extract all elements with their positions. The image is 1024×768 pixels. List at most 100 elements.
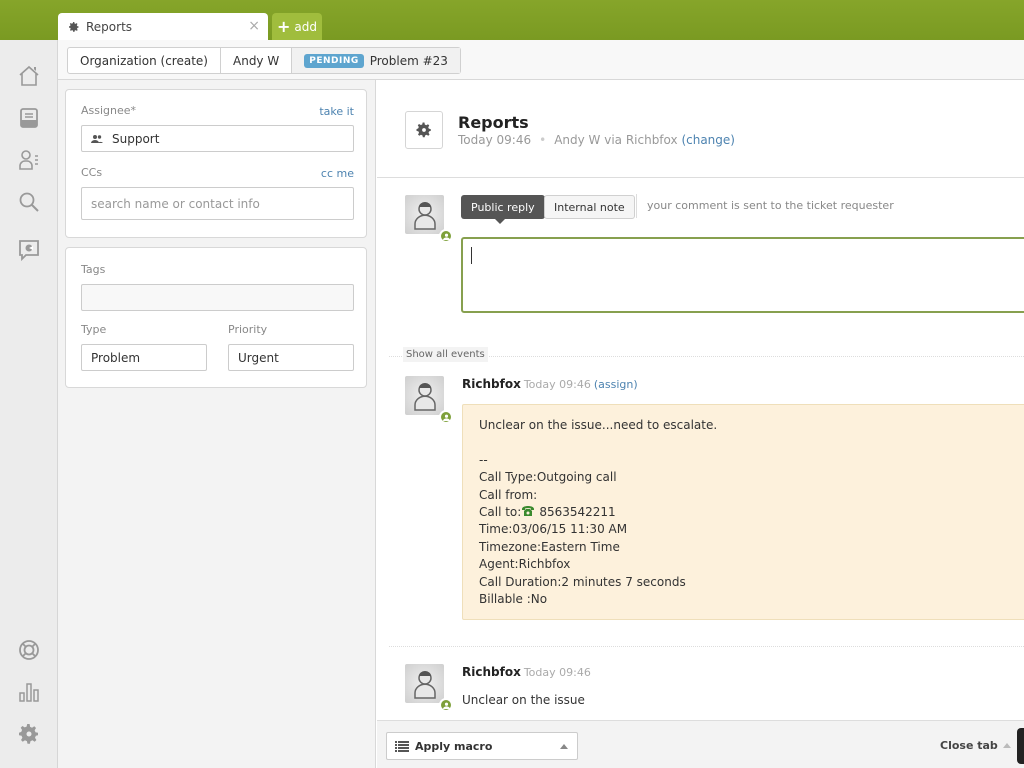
tab-reports[interactable]: Reports × bbox=[58, 13, 268, 40]
top-bar: Reports × + add bbox=[0, 0, 1024, 40]
note-line: Call Type:Outgoing call bbox=[479, 470, 617, 485]
ticket-subheader: Organization (create) Andy W PENDING Pro… bbox=[58, 40, 1024, 80]
plus-icon: + bbox=[277, 16, 291, 36]
composer-separator bbox=[636, 194, 637, 218]
change-link[interactable]: (change) bbox=[681, 133, 735, 147]
users-list-icon bbox=[19, 150, 38, 170]
ccs-label: CCs bbox=[81, 166, 103, 179]
ticket-time: Today 09:46 bbox=[458, 133, 532, 147]
comment-time: Today 09:46 bbox=[523, 666, 591, 679]
phone-icon[interactable] bbox=[521, 505, 535, 517]
comment-textarea[interactable] bbox=[461, 237, 1024, 313]
breadcrumb-organization[interactable]: Organization (create) bbox=[68, 48, 221, 73]
chat-icon bbox=[19, 240, 39, 262]
chevron-up-icon bbox=[1002, 743, 1011, 748]
tags-input[interactable] bbox=[81, 284, 354, 311]
close-tab-label: Close tab bbox=[940, 739, 998, 752]
nav-chat[interactable] bbox=[15, 236, 43, 264]
gear-icon bbox=[19, 724, 38, 744]
ticket-icon bbox=[405, 111, 443, 149]
list-icon bbox=[395, 740, 409, 752]
take-it-link[interactable]: take it bbox=[319, 105, 354, 118]
agent-badge-icon bbox=[439, 698, 453, 712]
text-caret bbox=[471, 247, 472, 264]
priority-select[interactable]: Urgent bbox=[228, 344, 354, 371]
user-silhouette-icon bbox=[413, 382, 436, 411]
add-tab-label: add bbox=[294, 19, 317, 34]
left-nav bbox=[0, 40, 58, 768]
nav-customers[interactable] bbox=[15, 146, 43, 174]
breadcrumb: Organization (create) Andy W PENDING Pro… bbox=[67, 47, 461, 74]
comment-time: Today 09:46 bbox=[523, 378, 591, 391]
note-line bbox=[479, 434, 1024, 451]
chevron-up-icon bbox=[560, 744, 568, 749]
avatar bbox=[405, 195, 453, 243]
assignee-field[interactable]: Support bbox=[81, 125, 354, 152]
status-badge: PENDING bbox=[304, 53, 364, 68]
reply-hint: your comment is sent to the ticket reque… bbox=[647, 199, 894, 212]
submit-button[interactable] bbox=[1017, 728, 1024, 764]
note-line-call-to: Call to: 8563542211 bbox=[479, 504, 1024, 521]
ticket-meta: Today 09:46 • Andy W via Richbfox (change) bbox=[458, 133, 735, 147]
breadcrumb-ticket[interactable]: PENDING Problem #23 bbox=[292, 48, 460, 73]
nav-admin[interactable] bbox=[15, 720, 43, 748]
header-divider bbox=[377, 177, 1024, 178]
group-icon bbox=[91, 134, 103, 143]
breadcrumb-label: Andy W bbox=[233, 53, 280, 68]
ticket-title: Reports bbox=[458, 113, 529, 132]
avatar bbox=[405, 664, 453, 712]
breadcrumb-requester[interactable]: Andy W bbox=[221, 48, 293, 73]
close-tab-button[interactable]: Close tab bbox=[940, 739, 1011, 752]
breadcrumb-label: Problem #23 bbox=[369, 53, 448, 68]
apply-macro-button[interactable]: Apply macro bbox=[386, 732, 578, 760]
gear-icon bbox=[416, 122, 431, 138]
ticket-main: Reports Today 09:46 • Andy W via Richbfox … bbox=[377, 80, 1024, 720]
nav-views[interactable] bbox=[15, 104, 43, 132]
call-to-label: Call to: bbox=[479, 504, 522, 519]
note-line: Unclear on the issue...need to escalate. bbox=[479, 418, 718, 432]
author-name: Richbfox bbox=[462, 665, 521, 679]
internal-note-body: Unclear on the issue...need to escalate.… bbox=[462, 404, 1024, 620]
gear-icon bbox=[69, 21, 79, 32]
public-reply-button[interactable]: Public reply bbox=[461, 195, 545, 224]
agent-badge-icon bbox=[439, 229, 453, 243]
note-line: Call from: bbox=[479, 487, 538, 502]
type-label: Type bbox=[81, 323, 107, 336]
note-line: Timezone:Eastern Time bbox=[479, 539, 620, 554]
add-tab-button[interactable]: + add bbox=[272, 13, 322, 40]
breadcrumb-label: Organization (create) bbox=[80, 53, 208, 68]
comment-body: Unclear on the issue bbox=[462, 693, 585, 707]
nav-search[interactable] bbox=[15, 188, 43, 216]
cc-me-link[interactable]: cc me bbox=[321, 167, 354, 180]
note-line: Agent:Richbfox bbox=[479, 557, 571, 572]
priority-label: Priority bbox=[228, 323, 268, 336]
fields-card: Tags Type Problem Priority Urgent bbox=[65, 247, 367, 388]
close-tab-icon[interactable]: × bbox=[248, 18, 260, 34]
note-line: -- bbox=[479, 452, 488, 467]
bar-chart-icon bbox=[19, 683, 39, 702]
nav-reporting[interactable] bbox=[15, 678, 43, 706]
type-select[interactable]: Problem bbox=[81, 344, 207, 371]
agent-badge-icon bbox=[439, 410, 453, 424]
show-all-events-button[interactable]: Show all events bbox=[403, 347, 488, 362]
comment-author: Richbfox Today 09:46 (assign) bbox=[462, 377, 638, 391]
assign-link[interactable]: (assign) bbox=[594, 378, 638, 391]
note-line: Time:03/06/15 11:30 AM bbox=[479, 522, 628, 537]
nav-help[interactable] bbox=[15, 636, 43, 664]
assignee-label: Assignee* bbox=[81, 104, 137, 117]
home-icon bbox=[19, 65, 39, 86]
ticket-via: Andy W via Richbfox bbox=[554, 133, 678, 147]
user-silhouette-icon bbox=[413, 670, 436, 699]
avatar bbox=[405, 376, 453, 424]
internal-note-button[interactable]: Internal note bbox=[544, 195, 635, 219]
nav-home[interactable] bbox=[15, 62, 43, 90]
meta-separator: • bbox=[539, 133, 547, 147]
comment-divider bbox=[389, 646, 1024, 647]
lifebuoy-icon bbox=[19, 640, 39, 660]
ticket-footer: Apply macro Close tab bbox=[377, 720, 1024, 768]
inbox-icon bbox=[20, 108, 38, 128]
call-to-number[interactable]: 8563542211 bbox=[539, 505, 615, 519]
ccs-input[interactable]: search name or contact info bbox=[81, 187, 354, 220]
note-line: Billable :No bbox=[479, 591, 548, 606]
apply-macro-label: Apply macro bbox=[415, 739, 493, 753]
